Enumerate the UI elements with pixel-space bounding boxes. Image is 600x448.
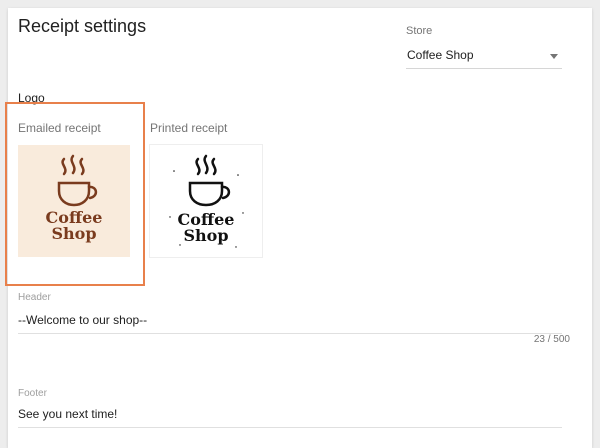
store-selected-value: Coffee Shop (407, 48, 474, 62)
emailed-receipt-label: Emailed receipt (18, 121, 101, 135)
header-input[interactable]: --Welcome to our shop-- (18, 313, 562, 334)
printed-receipt-label: Printed receipt (150, 121, 228, 135)
emailed-receipt-logo[interactable]: Coffee Shop (18, 145, 130, 257)
coffee-cup-icon: Coffee Shop (46, 154, 102, 243)
logo-heading: Logo (18, 91, 45, 105)
printed-receipt-logo-section: Printed receipt Coffee Shop (150, 121, 262, 257)
header-label: Header (18, 292, 51, 303)
chevron-down-icon (550, 54, 558, 59)
printed-receipt-logo[interactable]: Coffee Shop (150, 145, 262, 257)
store-select[interactable]: Coffee Shop (406, 44, 562, 69)
coffee-cup-icon: Coffee Shop (169, 154, 244, 248)
printed-logo-text-line2: Shop (183, 226, 228, 245)
page-title: Receipt settings (18, 16, 147, 36)
store-label: Store (406, 25, 433, 37)
emailed-receipt-logo-section: Emailed receipt Coffee Shop (18, 121, 130, 257)
header-char-counter: 23 / 500 (533, 334, 570, 345)
logo-text-line2: Shop (51, 224, 96, 243)
footer-input[interactable]: See you next time! (18, 407, 562, 428)
footer-label: Footer (18, 388, 47, 399)
